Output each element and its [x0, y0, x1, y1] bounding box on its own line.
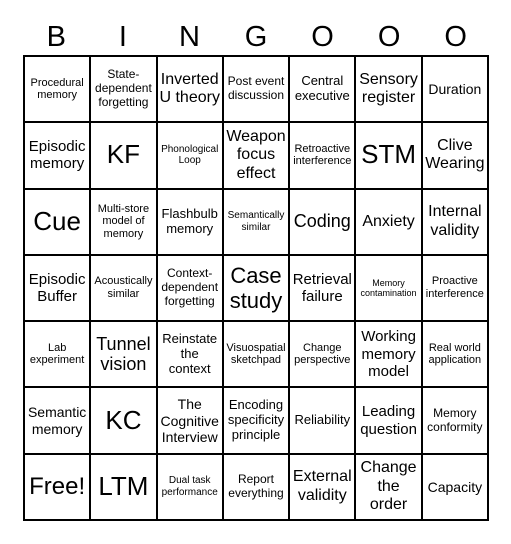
bingo-cell[interactable]: Reinstate the context [156, 321, 223, 388]
bingo-cell[interactable]: Real world application [421, 321, 488, 388]
bingo-cell[interactable]: Episodic memory [24, 122, 91, 189]
bingo-cell[interactable]: Central executive [289, 56, 356, 123]
bingo-cell[interactable]: Coding [289, 188, 356, 255]
bingo-cell[interactable]: Retrieval failure [289, 254, 356, 322]
bingo-cell[interactable]: Cue [24, 188, 91, 255]
bingo-cell[interactable]: Tunnel vision [90, 321, 157, 388]
bingo-cell[interactable]: Change the order [355, 453, 422, 520]
bingo-cell[interactable]: Change perspective [289, 321, 356, 388]
bingo-cell[interactable]: Clive Wearing [421, 122, 488, 189]
bingo-cell[interactable]: Weapon focus effect [222, 122, 290, 189]
bingo-cell[interactable]: Case study [222, 254, 290, 322]
bingo-cell[interactable]: Proactive interference [421, 254, 488, 322]
bingo-cell[interactable]: Flashbulb memory [156, 188, 223, 255]
bingo-cell[interactable]: Multi-store model of memory [90, 188, 157, 255]
header-letter: N [178, 21, 200, 53]
bingo-cell[interactable]: Memory contamination [355, 254, 422, 322]
header-letter: O [377, 21, 401, 53]
bingo-cell[interactable]: Leading question [355, 387, 422, 454]
bingo-cell[interactable]: Post event discussion [222, 56, 290, 123]
bingo-cell[interactable]: Sensory register [355, 56, 422, 123]
bingo-cell[interactable]: Lab experiment [24, 321, 91, 388]
bingo-cell[interactable]: Semantically similar [222, 188, 290, 255]
bingo-cell[interactable]: Episodic Buffer [24, 254, 91, 322]
bingo-header: BINGOOO [23, 20, 489, 54]
bingo-cell[interactable]: Phonological Loop [156, 122, 223, 189]
bingo-cell[interactable]: Working memory model [355, 321, 422, 388]
header-letter: I [118, 21, 127, 53]
bingo-cell[interactable]: Visuospatial sketchpad [222, 321, 290, 388]
bingo-cell[interactable]: Reliability [289, 387, 356, 454]
bingo-cell[interactable]: Capacity [421, 453, 488, 520]
bingo-cell[interactable]: LTM [90, 453, 157, 520]
bingo-cell[interactable]: Encoding specificity principle [222, 387, 290, 454]
bingo-cell[interactable]: Anxiety [355, 188, 422, 255]
bingo-grid: Procedural memory State-dependent forgett… [23, 55, 489, 521]
bingo-cell[interactable]: Internal validity [421, 188, 488, 255]
bingo-cell[interactable]: Retroactive interference [289, 122, 356, 189]
bingo-cell[interactable]: KC [90, 387, 157, 454]
bingo-cell[interactable]: State-dependent forgetting [90, 56, 157, 123]
free-space-cell[interactable]: Free! [24, 453, 91, 520]
bingo-cell[interactable]: External validity [289, 453, 356, 520]
header-letter: G [244, 21, 268, 53]
bingo-cell[interactable]: Procedural memory [24, 56, 91, 123]
bingo-cell[interactable]: Acoustically similar [90, 254, 157, 322]
bingo-cell[interactable]: Context-dependent forgetting [156, 254, 223, 322]
header-letter: O [311, 21, 334, 53]
bingo-cell[interactable]: Dual task performance [156, 453, 223, 520]
bingo-cell[interactable]: Memory conformity [421, 387, 488, 454]
bingo-cell[interactable]: Report everything [222, 453, 290, 520]
header-letter: B [46, 21, 66, 53]
bingo-cell[interactable]: Semantic memory [24, 387, 91, 454]
header-letter: O [444, 21, 467, 53]
bingo-cell[interactable]: KF [90, 122, 157, 189]
bingo-cell[interactable]: The Cognitive Interview [156, 387, 223, 454]
bingo-cell[interactable]: STM [355, 122, 422, 189]
bingo-cell[interactable]: Inverted U theory [156, 56, 223, 123]
bingo-cell[interactable]: Duration [421, 56, 488, 123]
